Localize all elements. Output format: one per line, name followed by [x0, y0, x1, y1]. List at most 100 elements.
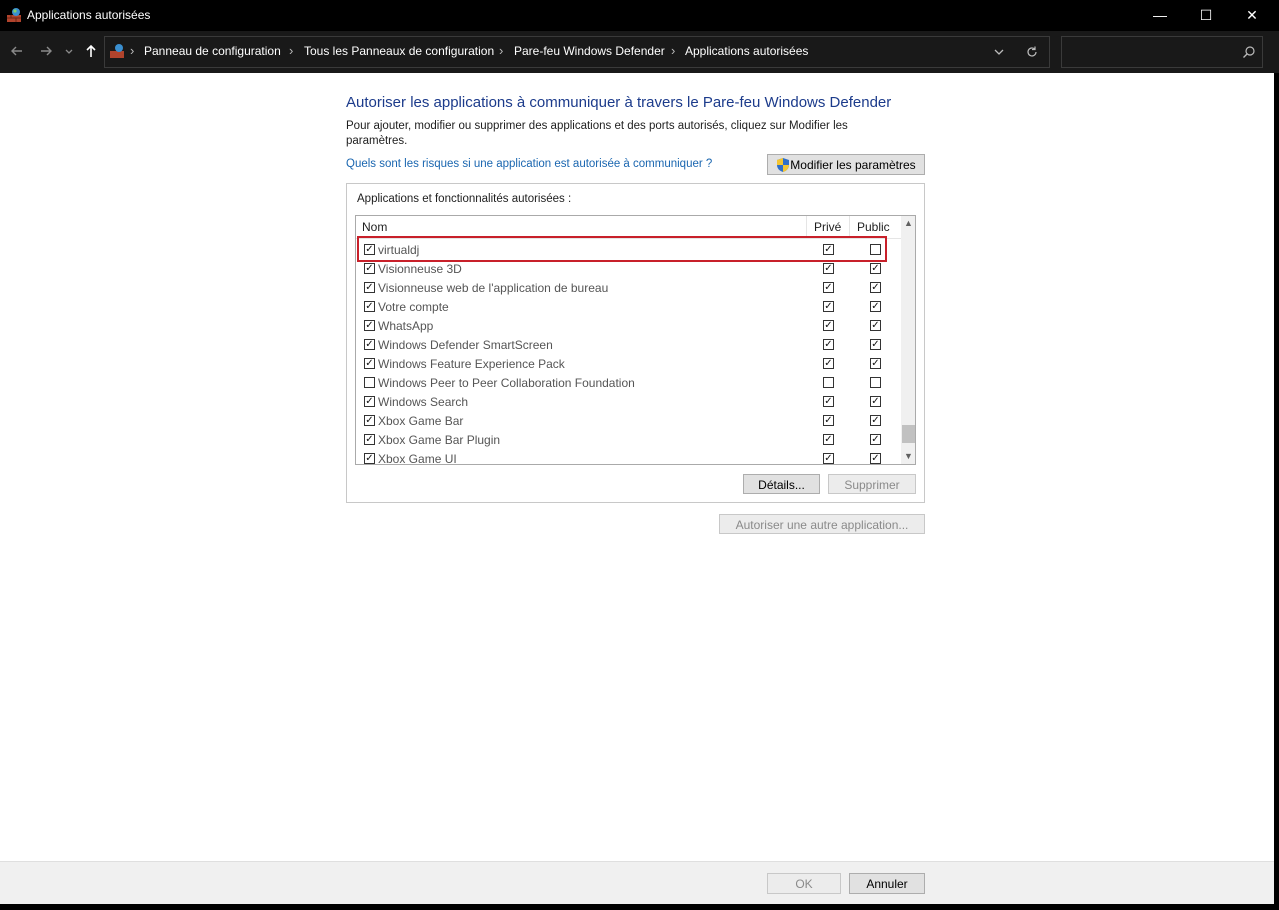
close-icon: ✕	[1246, 7, 1258, 23]
list-item[interactable]: ✓ Windows Search ✓ ✓	[356, 392, 901, 411]
forward-button[interactable]	[37, 42, 55, 60]
public-checkbox[interactable]: ✓	[870, 282, 881, 293]
app-name: Windows Feature Experience Pack	[378, 357, 565, 371]
app-name: WhatsApp	[378, 319, 434, 333]
enable-checkbox[interactable]: ✓	[364, 415, 375, 426]
enable-checkbox[interactable]: ✓	[364, 396, 375, 407]
maximize-button[interactable]: ☐	[1183, 0, 1229, 31]
list-item[interactable]: ✓ Xbox Game Bar Plugin ✓ ✓	[356, 430, 901, 449]
address-box[interactable]: › Panneau de configuration › Tous les Pa…	[104, 36, 1050, 68]
up-arrow-icon	[86, 44, 96, 57]
close-button[interactable]: ✕	[1229, 0, 1275, 31]
breadcrumb-firewall[interactable]: Pare-feu Windows Defender	[514, 44, 665, 58]
private-checkbox[interactable]: ✓	[823, 282, 834, 293]
enable-checkbox[interactable]: ✓	[364, 358, 375, 369]
list-item[interactable]: Windows Peer to Peer Collaboration Found…	[356, 373, 901, 392]
scroll-down-arrow-icon[interactable]: ▼	[901, 449, 915, 464]
app-name: Windows Defender SmartScreen	[378, 338, 553, 352]
highlight-annotation	[357, 236, 887, 262]
page-description: Pour ajouter, modifier ou supprimer des …	[346, 120, 848, 147]
app-name: Xbox Game Bar Plugin	[378, 433, 501, 447]
vertical-scrollbar[interactable]: ▲ ▼	[901, 216, 915, 464]
column-header-public[interactable]: Public	[857, 220, 890, 234]
delete-button[interactable]: Supprimer	[828, 474, 916, 494]
chevron-down-icon	[65, 49, 73, 54]
private-checkbox[interactable]	[823, 377, 834, 388]
public-checkbox[interactable]: ✓	[870, 339, 881, 350]
public-checkbox[interactable]: ✓	[870, 453, 881, 464]
enable-checkbox[interactable]: ✓	[364, 282, 375, 293]
firewall-icon	[7, 8, 21, 22]
forward-arrow-icon	[41, 46, 52, 56]
public-checkbox[interactable]: ✓	[870, 434, 881, 445]
cancel-button[interactable]: Annuler	[849, 873, 925, 894]
enable-checkbox[interactable]: ✓	[364, 263, 375, 274]
enable-checkbox[interactable]: ✓	[364, 301, 375, 312]
private-checkbox[interactable]: ✓	[823, 339, 834, 350]
breadcrumb-control-panel[interactable]: Panneau de configuration	[144, 44, 281, 58]
list-item[interactable]: ✓ Windows Feature Experience Pack ✓ ✓	[356, 354, 901, 373]
scrollbar-thumb[interactable]	[902, 425, 915, 443]
navigation-bar: › Panneau de configuration › Tous les Pa…	[0, 31, 1279, 73]
private-checkbox[interactable]: ✓	[823, 320, 834, 331]
public-checkbox[interactable]: ✓	[870, 396, 881, 407]
breadcrumb-allowed-apps[interactable]: Applications autorisées	[685, 44, 808, 58]
list-item[interactable]: ✓ Windows Defender SmartScreen ✓ ✓	[356, 335, 901, 354]
enable-checkbox[interactable]: ✓	[364, 453, 375, 464]
risks-link[interactable]: Quels sont les risques si une applicatio…	[346, 158, 712, 170]
up-button[interactable]	[82, 42, 100, 60]
app-name: Windows Peer to Peer Collaboration Found…	[378, 376, 635, 390]
breadcrumb-separator: ›	[289, 43, 294, 58]
app-name: Xbox Game Bar	[378, 414, 464, 428]
public-checkbox[interactable]: ✓	[870, 263, 881, 274]
list-item[interactable]: ✓ WhatsApp ✓ ✓	[356, 316, 901, 335]
title-bar: Applications autorisées — ☐ ✕	[0, 0, 1279, 31]
public-checkbox[interactable]	[870, 377, 881, 388]
public-checkbox[interactable]: ✓	[870, 358, 881, 369]
enable-checkbox[interactable]: ✓	[364, 320, 375, 331]
list-item[interactable]: ✓ Xbox Game UI ✓ ✓	[356, 449, 901, 464]
maximize-icon: ☐	[1199, 7, 1213, 23]
column-header-name[interactable]: Nom	[362, 220, 387, 234]
ok-button[interactable]: OK	[767, 873, 841, 894]
breadcrumb-separator: ›	[130, 43, 135, 58]
change-settings-button[interactable]: Modifier les paramètres	[767, 154, 925, 175]
list-item[interactable]: ✓ Votre compte ✓ ✓	[356, 297, 901, 316]
back-button[interactable]	[8, 42, 26, 60]
app-name: Visionneuse web de l'application de bure…	[378, 281, 609, 295]
enable-checkbox[interactable]: ✓	[364, 339, 375, 350]
uac-shield-icon	[777, 158, 789, 172]
public-checkbox[interactable]: ✓	[870, 320, 881, 331]
scroll-up-arrow-icon[interactable]: ▲	[901, 216, 915, 231]
private-checkbox[interactable]: ✓	[823, 396, 834, 407]
breadcrumb-separator: ›	[671, 43, 676, 58]
window-edge	[0, 904, 1279, 910]
address-dropdown-icon[interactable]	[993, 46, 1005, 58]
private-checkbox[interactable]: ✓	[823, 453, 834, 464]
private-checkbox[interactable]: ✓	[823, 434, 834, 445]
details-button[interactable]: Détails...	[743, 474, 820, 494]
change-settings-label: Modifier les paramètres	[790, 158, 916, 172]
private-checkbox[interactable]: ✓	[823, 358, 834, 369]
app-name: Visionneuse 3D	[378, 262, 462, 276]
list-item[interactable]: ✓ Xbox Game Bar ✓ ✓	[356, 411, 901, 430]
public-checkbox[interactable]: ✓	[870, 415, 881, 426]
refresh-icon[interactable]	[1025, 45, 1039, 59]
recent-locations-button[interactable]	[62, 42, 76, 60]
search-input[interactable]	[1061, 36, 1263, 68]
enable-checkbox[interactable]	[364, 377, 375, 388]
enable-checkbox[interactable]: ✓	[364, 434, 375, 445]
private-checkbox[interactable]: ✓	[823, 415, 834, 426]
public-checkbox[interactable]: ✓	[870, 301, 881, 312]
app-name: Windows Search	[378, 395, 469, 409]
back-arrow-icon	[11, 46, 22, 56]
minimize-button[interactable]: —	[1137, 0, 1183, 31]
minimize-icon: —	[1153, 7, 1167, 23]
private-checkbox[interactable]: ✓	[823, 301, 834, 312]
breadcrumb-separator: ›	[499, 43, 504, 58]
list-item[interactable]: ✓ Visionneuse web de l'application de bur…	[356, 278, 901, 297]
column-header-private[interactable]: Privé	[814, 220, 841, 234]
allow-another-app-button[interactable]: Autoriser une autre application...	[719, 514, 925, 534]
private-checkbox[interactable]: ✓	[823, 263, 834, 274]
breadcrumb-all-control-panels[interactable]: Tous les Panneaux de configuration	[304, 44, 494, 58]
